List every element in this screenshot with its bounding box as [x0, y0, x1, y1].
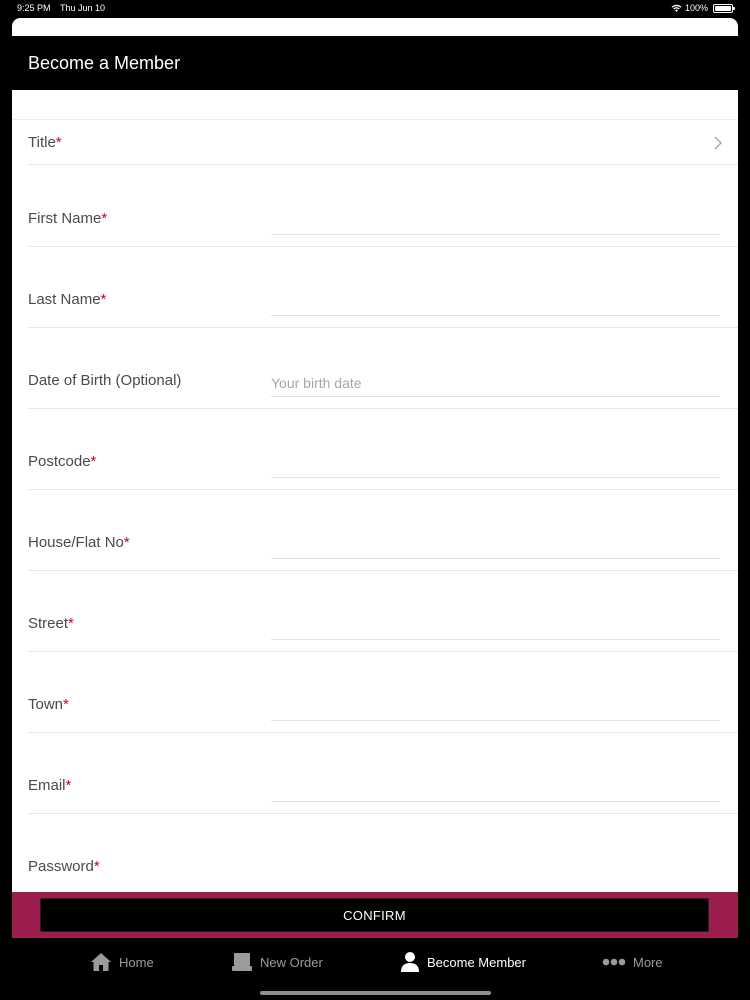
status-indicators: 100% [671, 1, 735, 15]
confirm-button[interactable]: CONFIRM [40, 898, 709, 932]
postcode-row: Postcode* [28, 408, 738, 490]
member-form: Title* First Name* Last Name* Date of Bi… [12, 90, 738, 892]
last-name-label: Last Name* [28, 291, 107, 308]
title-row[interactable]: Title* [28, 120, 738, 165]
tab-become-member-label: Become Member [427, 954, 526, 970]
confirm-bar: CONFIRM [12, 892, 738, 938]
tab-more[interactable]: More [602, 950, 663, 974]
sheet-top-strip [12, 18, 738, 36]
house-no-row: House/Flat No* [28, 489, 738, 571]
postcode-input[interactable] [271, 450, 720, 478]
status-time: 9:25 PM [17, 3, 51, 13]
tab-home[interactable]: Home [90, 950, 154, 974]
password-row: Password* [28, 813, 738, 892]
street-label: Street* [28, 615, 74, 632]
title-label: Title* [28, 134, 62, 151]
first-name-label: First Name* [28, 210, 108, 227]
street-row: Street* [28, 570, 738, 652]
house-no-label: House/Flat No* [28, 534, 130, 551]
password-label: Password* [28, 858, 100, 875]
tab-new-order[interactable]: New Order [231, 950, 323, 974]
home-icon [91, 953, 111, 971]
dob-row: Date of Birth (Optional) [28, 327, 738, 409]
form-top-spacer [12, 90, 738, 120]
dob-label: Date of Birth (Optional) [28, 372, 182, 389]
tab-home-label: Home [119, 954, 154, 970]
modal-sheet: Become a Member Title* First Name* Last … [12, 18, 738, 938]
status-bar: 9:25 PM Thu Jun 10 100% [0, 0, 750, 16]
member-icon [401, 952, 419, 972]
email-label: Email* [28, 777, 72, 794]
last-name-input[interactable] [271, 288, 720, 316]
chevron-right-icon [714, 136, 722, 150]
email-row: Email* [28, 732, 738, 814]
wifi-icon [671, 4, 682, 12]
last-name-row: Last Name* [28, 246, 738, 328]
more-icon [602, 958, 626, 966]
town-label: Town* [28, 696, 69, 713]
tab-more-label: More [633, 954, 663, 970]
town-input[interactable] [271, 693, 720, 721]
first-name-input[interactable] [271, 207, 720, 235]
status-date: Thu Jun 10 [60, 3, 106, 13]
email-input[interactable] [271, 774, 720, 802]
home-indicator[interactable] [260, 991, 491, 995]
navigation-bar: Become a Member [12, 36, 738, 90]
battery-icon [713, 3, 735, 13]
page-title: Become a Member [28, 53, 181, 73]
town-row: Town* [28, 651, 738, 733]
postcode-label: Postcode* [28, 453, 97, 470]
house-no-input[interactable] [271, 531, 720, 559]
tab-new-order-label: New Order [260, 954, 323, 970]
first-name-row: First Name* [28, 165, 738, 247]
password-input[interactable] [271, 855, 720, 883]
tab-bar: Home New Order Become Member More [0, 938, 750, 1000]
battery-percent: 100% [684, 3, 708, 13]
street-input[interactable] [271, 612, 720, 640]
dob-input[interactable] [271, 369, 720, 397]
tab-become-member[interactable]: Become Member [400, 950, 526, 974]
new-order-icon [232, 953, 252, 971]
